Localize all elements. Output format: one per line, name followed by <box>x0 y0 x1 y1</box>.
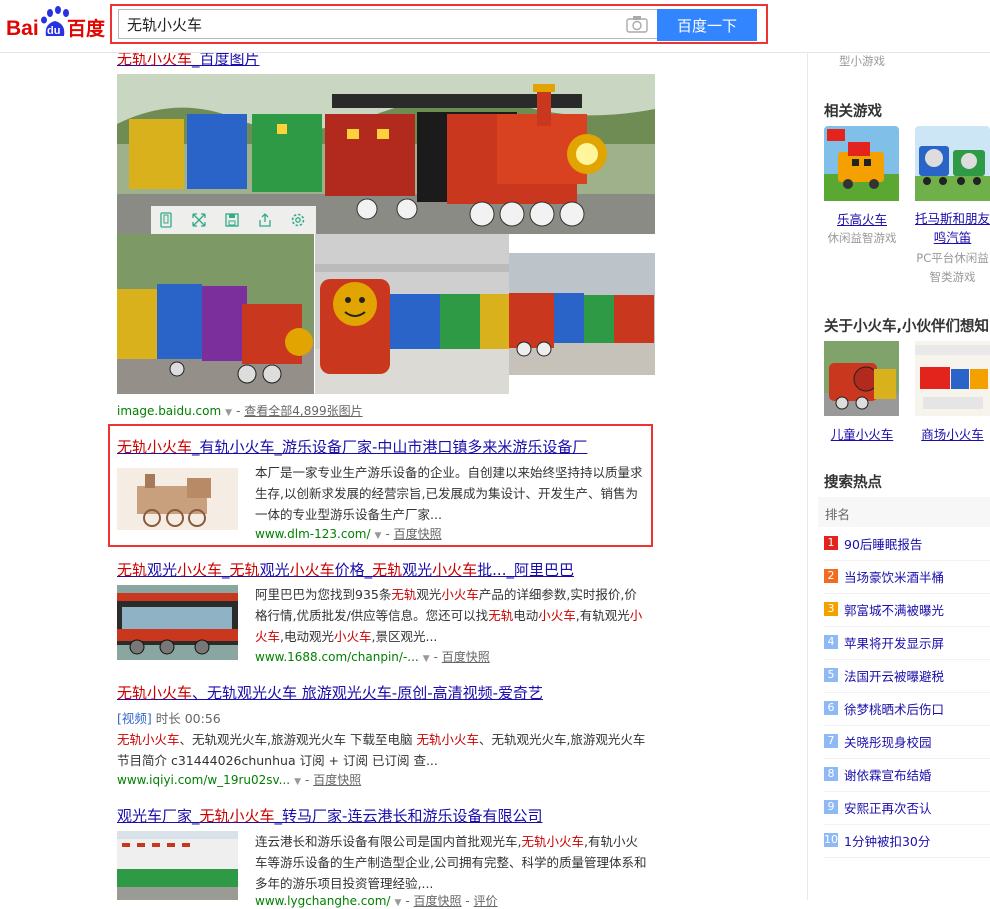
result-title[interactable]: 观光车厂家_无轨小火车_转马厂家-连云港长和游乐设备有限公司 <box>117 805 542 826</box>
hot-search-item[interactable]: 9 安熙正再次否认 <box>824 791 990 825</box>
rank-badge: 2 <box>824 569 838 583</box>
train-image-4[interactable] <box>509 253 655 375</box>
result-snippet: 阿里巴巴为您找到935条无轨观光小火车产品的详细参数,实时报价,价格行情,优质批… <box>255 587 643 644</box>
result-url: www.iqiyi.com/w_19ru02sv... ▼ - 百度快照 <box>117 773 362 787</box>
header: Bai du 百度 百度一下 <box>0 0 990 53</box>
game-link-lego[interactable]: 乐高火车 <box>824 209 900 228</box>
hot-search-link[interactable]: 90后睡眠报告 <box>844 534 922 553</box>
cache-link[interactable]: 百度快照 <box>442 650 490 664</box>
hot-search-item[interactable]: 3 郭富城不满被曝光 <box>824 593 990 627</box>
search-input[interactable] <box>118 9 658 39</box>
sightseeing-train-thumbnail[interactable] <box>117 585 238 660</box>
hot-search-item[interactable]: 10 1分钟被扣30分 <box>824 824 990 858</box>
hot-search-item[interactable]: 2 当场豪饮米酒半桶 <box>824 560 990 594</box>
svg-text:Bai: Bai <box>6 17 39 40</box>
hot-search-section: 搜索热点 <box>824 471 882 492</box>
phone-icon[interactable] <box>159 212 173 228</box>
hot-search-item[interactable]: 5 法国开云被曝避税 <box>824 659 990 693</box>
search-box-highlight: 百度一下 <box>110 4 768 44</box>
factory-thumbnail[interactable] <box>117 831 238 900</box>
cache-link[interactable]: 百度快照 <box>414 894 462 908</box>
rank-badge: 7 <box>824 734 838 748</box>
hot-search-link[interactable]: 苹果将开发显示屏 <box>844 633 944 652</box>
result-snippet: 连云港长和游乐设备有限公司是国内首批观光车,无轨小火车,有轨小火车等游乐设备的生… <box>255 834 647 891</box>
rank-badge: 3 <box>824 602 838 616</box>
dropdown-caret-icon[interactable]: ▼ <box>225 408 232 418</box>
mall-train-link[interactable]: 商场小火车 <box>915 424 990 443</box>
camera-icon[interactable] <box>626 15 648 33</box>
hot-search-item[interactable]: 7 关晓彤现身校园 <box>824 725 990 759</box>
result-url: www.lygchanghe.com/▼ - 百度快照 - 评价 <box>255 894 498 908</box>
game-subtitle: PC平台休闲益智类游戏 <box>916 251 989 284</box>
train-sketch-thumbnail[interactable] <box>117 468 238 530</box>
result-title[interactable]: 无轨小火车、无轨观光火车 旅游观光火车-原创-高清视频-爱奇艺 <box>117 682 543 703</box>
result-title[interactable]: 无轨小火车_有轨小火车_游乐设备厂家-中山市港口镇多来米游乐设备厂 <box>117 436 587 457</box>
result-snippet: 本厂是一家专业生产游乐设备的企业。自创建以来始终坚持持以质量求生存,以创新求发展… <box>255 465 643 522</box>
hot-search-item[interactable]: 1 90后睡眠报告 <box>824 527 990 561</box>
rank-badge: 4 <box>824 635 838 649</box>
hot-search-link[interactable]: 安熙正再次否认 <box>844 798 932 817</box>
kids-train-image[interactable] <box>824 341 899 416</box>
related-questions-section: 关于小火车,小伙伴们想知 <box>824 315 989 336</box>
rank-badge: 6 <box>824 701 838 715</box>
search-button[interactable]: 百度一下 <box>657 9 757 41</box>
expand-icon[interactable] <box>191 212 207 228</box>
section-title: 相关游戏 <box>824 104 882 120</box>
train-image-3[interactable] <box>315 234 509 394</box>
rank-badge: 1 <box>824 536 838 550</box>
image-toolbar <box>151 206 316 234</box>
hot-search-link[interactable]: 徐梦桃晒术后伤口 <box>844 699 944 718</box>
result-url: www.dlm-123.com/▼ - 百度快照 <box>255 527 442 541</box>
kids-train-link[interactable]: 儿童小火车 <box>824 424 900 443</box>
hot-search-link[interactable]: 谢依霖宣布结婚 <box>844 765 932 784</box>
result-snippet: 无轨小火车、无轨观光火车,旅游观光火车 下载至电脑 无轨小火车、无轨观光火车,旅… <box>117 732 646 768</box>
hot-search-link[interactable]: 法国开云被曝避税 <box>844 666 944 685</box>
section-title: 关于小火车,小伙伴们想知 <box>824 319 990 335</box>
svg-text:du: du <box>47 25 60 37</box>
hot-search-link[interactable]: 关晓彤现身校园 <box>844 732 932 751</box>
game-link-thomas[interactable]: 托马斯和朋友鸣汽笛 <box>915 209 990 247</box>
cache-link[interactable]: 百度快照 <box>394 527 442 541</box>
hot-search-link[interactable]: 郭富城不满被曝光 <box>844 600 944 619</box>
mall-train-image[interactable] <box>915 341 990 416</box>
rank-badge: 9 <box>824 800 838 814</box>
hot-search-item[interactable]: 6 徐梦桃晒术后伤口 <box>824 692 990 726</box>
hot-search-item[interactable]: 8 谢依霖宣布结婚 <box>824 758 990 792</box>
dropdown-caret-icon[interactable]: ▼ <box>423 654 430 664</box>
image-source: image.baidu.com ▼ - 查看全部4,899张图片 <box>117 404 363 418</box>
svg-text:百度: 百度 <box>67 17 106 40</box>
result-url: www.1688.com/chanpin/-... ▼ - 百度快照 <box>255 650 490 664</box>
hot-search-item[interactable]: 4 苹果将开发显示屏 <box>824 626 990 660</box>
hot-search-link[interactable]: 1分钟被扣30分 <box>844 831 930 850</box>
train-image-2[interactable] <box>117 234 314 394</box>
settings-gear-icon[interactable] <box>290 212 306 228</box>
result-title[interactable]: 无轨观光小火车_无轨观光小火车价格_无轨观光小火车批..._阿里巴巴 <box>117 559 574 580</box>
dropdown-caret-icon[interactable]: ▼ <box>294 777 301 787</box>
rank-badge: 8 <box>824 767 838 781</box>
section-title: 搜索热点 <box>824 475 882 491</box>
hot-search-link[interactable]: 当场豪饮米酒半桶 <box>844 567 944 586</box>
baidu-logo[interactable]: Bai du 百度 <box>6 4 110 44</box>
share-icon[interactable] <box>257 212 273 228</box>
evaluate-link[interactable]: 评价 <box>474 894 498 908</box>
dropdown-caret-icon[interactable]: ▼ <box>375 531 382 541</box>
game-subtitle: 休闲益智游戏 <box>827 231 897 245</box>
related-games-section: 相关游戏 <box>824 100 882 121</box>
sidebar-divider <box>807 52 808 900</box>
rank-badge: 5 <box>824 668 838 682</box>
cache-link[interactable]: 百度快照 <box>313 773 361 787</box>
video-meta: [视频] 时长 00:56 <box>117 711 221 726</box>
more-images-link[interactable]: 查看全部4,899张图片 <box>244 404 362 418</box>
thomas-train-game-icon[interactable] <box>915 126 990 201</box>
rank-badge: 10 <box>824 833 838 847</box>
save-icon[interactable] <box>224 212 240 228</box>
game-subtitle-prev: 型小游戏 <box>839 54 885 68</box>
lego-train-game-icon[interactable] <box>824 126 899 201</box>
rank-header-row: 排名 <box>818 497 990 527</box>
